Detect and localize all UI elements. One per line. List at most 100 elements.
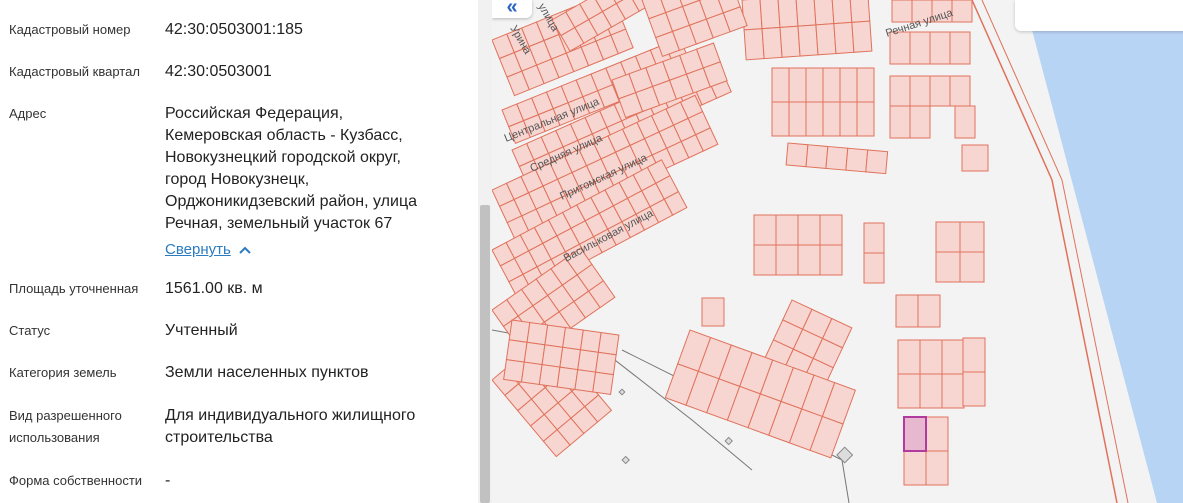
land-parcel[interactable] [856,67,875,103]
land-parcel[interactable] [797,24,819,57]
land-parcel[interactable] [845,147,869,173]
land-parcel[interactable] [909,75,931,107]
land-parcel[interactable] [935,221,961,253]
land-parcel[interactable] [959,221,985,253]
land-parcel[interactable] [592,371,614,396]
land-parcel[interactable] [743,28,765,61]
land-parcel[interactable] [941,373,965,409]
land-parcel[interactable] [962,371,986,407]
land-parcel[interactable] [775,214,799,246]
land-parcel[interactable] [559,346,582,371]
land-parcel[interactable] [795,0,817,27]
land-parcel[interactable] [917,294,941,328]
land-parcel[interactable] [903,450,927,486]
land-parcel[interactable] [813,0,835,26]
land-parcel[interactable] [889,75,911,107]
land-parcel[interactable] [562,326,584,351]
land-parcel[interactable] [797,214,821,246]
land-parcel[interactable] [759,0,781,30]
collapse-link[interactable]: Свернуть [165,241,231,258]
land-parcel[interactable] [597,331,620,356]
land-parcel[interactable] [959,251,985,283]
land-parcel[interactable] [929,75,951,107]
land-parcel[interactable] [779,25,801,58]
land-parcel[interactable] [929,31,951,65]
land-parcel[interactable] [788,101,807,137]
land-parcel[interactable] [949,75,971,107]
land-parcel[interactable] [833,21,855,55]
land-parcel[interactable] [819,244,843,276]
land-parcel[interactable] [925,416,949,452]
land-parcel[interactable] [544,324,567,348]
land-parcel[interactable] [839,67,858,103]
land-parcel[interactable] [753,214,777,246]
land-parcel[interactable] [579,329,602,353]
land-parcel[interactable] [897,373,921,409]
land-parcel[interactable] [849,0,871,23]
land-parcel[interactable] [954,105,976,139]
land-parcel[interactable] [508,319,531,343]
land-parcel[interactable] [863,222,885,254]
selected-parcel[interactable] [903,416,927,452]
land-parcel[interactable] [526,321,549,346]
land-parcel[interactable] [949,31,971,65]
land-parcel[interactable] [520,361,543,385]
land-parcel[interactable] [753,244,777,276]
status-label: Статус [9,323,51,338]
map-search-box[interactable] [1015,0,1183,31]
land-parcel[interactable] [797,244,821,276]
land-parcel[interactable] [863,252,885,284]
land-parcel[interactable] [788,67,807,103]
land-parcel[interactable] [775,244,799,276]
land-parcel[interactable] [925,450,949,486]
land-parcel[interactable] [805,67,824,103]
land-parcel[interactable] [822,101,841,137]
land-parcel[interactable] [951,0,973,23]
land-parcel[interactable] [822,67,841,103]
land-parcel[interactable] [889,105,911,139]
land-parcel[interactable] [919,373,943,409]
land-parcel[interactable] [839,101,858,137]
land-parcel[interactable] [825,145,849,171]
land-parcel[interactable] [941,339,965,375]
land-parcel[interactable] [961,144,989,172]
map-canvas[interactable]: Речная улица Центральная улица Средняя у… [492,0,1183,503]
land-parcel[interactable] [771,67,790,103]
land-parcel[interactable] [909,31,931,65]
land-parcel[interactable] [505,339,528,363]
land-parcel[interactable] [538,364,561,388]
land-parcel[interactable] [761,26,783,60]
land-parcel[interactable] [851,20,873,53]
chevron-up-icon[interactable] [238,244,252,258]
land-parcel[interactable] [815,23,837,56]
land-parcel[interactable] [701,297,725,327]
land-category-value: Земли населенных пунктов [165,364,369,381]
collapse-panel-button[interactable]: « [492,0,532,18]
land-parcel[interactable] [556,366,579,391]
land-parcel[interactable] [819,214,843,246]
land-parcel[interactable] [503,359,525,383]
panel-scrollbar-thumb[interactable] [480,205,490,503]
land-parcel[interactable] [935,251,961,283]
land-parcel[interactable] [805,101,824,137]
land-parcel[interactable] [785,142,809,168]
land-parcel[interactable] [865,149,889,175]
land-parcel[interactable] [891,0,913,23]
land-parcel[interactable] [856,101,875,137]
land-parcel[interactable] [574,369,597,393]
land-parcel[interactable] [541,344,564,368]
land-parcel[interactable] [805,144,829,169]
land-parcel[interactable] [897,339,921,375]
land-parcel[interactable] [771,101,790,137]
land-parcel[interactable] [594,351,617,376]
land-parcel[interactable] [895,294,919,328]
land-parcel[interactable] [919,339,943,375]
land-parcel[interactable] [577,349,599,373]
cadastral-map[interactable]: Речная улица Центральная улица Средняя у… [492,0,1183,503]
land-parcel[interactable] [962,337,986,373]
status-value: Учтенный [165,322,238,339]
land-parcel[interactable] [909,105,931,139]
land-parcel[interactable] [523,341,546,366]
land-parcel[interactable] [777,0,799,28]
land-parcel[interactable] [831,0,853,25]
